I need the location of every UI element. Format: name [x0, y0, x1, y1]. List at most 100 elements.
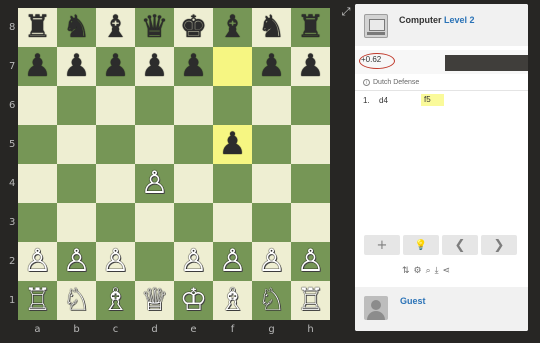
square-c8[interactable]: ♝ [96, 8, 135, 47]
white-rook-icon[interactable]: ♖ [291, 281, 330, 320]
opponent-name[interactable]: Computer Level 2 [399, 15, 475, 25]
black-queen-icon[interactable]: ♛ [135, 8, 174, 47]
square-b6[interactable] [57, 86, 96, 125]
square-h1[interactable]: ♖ [291, 281, 330, 320]
black-pawn-icon[interactable]: ♟ [135, 47, 174, 86]
square-g2[interactable]: ♙ [252, 242, 291, 281]
player-name[interactable]: Guest [400, 296, 426, 306]
square-b1[interactable]: ♘ [57, 281, 96, 320]
square-d3[interactable] [135, 203, 174, 242]
square-a1[interactable]: ♖ [18, 281, 57, 320]
square-c4[interactable] [96, 164, 135, 203]
square-g5[interactable] [252, 125, 291, 164]
square-h5[interactable] [291, 125, 330, 164]
square-c3[interactable] [96, 203, 135, 242]
square-e1[interactable]: ♔ [174, 281, 213, 320]
square-c1[interactable]: ♗ [96, 281, 135, 320]
white-bishop-icon[interactable]: ♗ [213, 281, 252, 320]
move-white[interactable]: d4 [379, 96, 388, 105]
square-h6[interactable] [291, 86, 330, 125]
square-b4[interactable] [57, 164, 96, 203]
square-c6[interactable] [96, 86, 135, 125]
square-a7[interactable]: ♟ [18, 47, 57, 86]
square-e3[interactable] [174, 203, 213, 242]
square-d7[interactable]: ♟ [135, 47, 174, 86]
square-d2[interactable] [135, 242, 174, 281]
gear-icon[interactable]: ⚙ [414, 266, 422, 276]
black-bishop-icon[interactable]: ♝ [96, 8, 135, 47]
square-d8[interactable]: ♛ [135, 8, 174, 47]
square-f7[interactable] [213, 47, 252, 86]
square-f6[interactable] [213, 86, 252, 125]
opponent-level[interactable]: Level 2 [444, 15, 475, 25]
square-f4[interactable] [213, 164, 252, 203]
square-b3[interactable] [57, 203, 96, 242]
white-pawn-icon[interactable]: ♙ [213, 242, 252, 281]
white-rook-icon[interactable]: ♖ [18, 281, 57, 320]
black-bishop-icon[interactable]: ♝ [213, 8, 252, 47]
square-e7[interactable]: ♟ [174, 47, 213, 86]
square-g4[interactable] [252, 164, 291, 203]
forward-button[interactable]: ❯ [481, 235, 517, 255]
square-b5[interactable] [57, 125, 96, 164]
black-pawn-icon[interactable]: ♟ [96, 47, 135, 86]
square-f1[interactable]: ♗ [213, 281, 252, 320]
square-e2[interactable]: ♙ [174, 242, 213, 281]
white-knight-icon[interactable]: ♘ [252, 281, 291, 320]
square-c2[interactable]: ♙ [96, 242, 135, 281]
square-h7[interactable]: ♟ [291, 47, 330, 86]
square-d5[interactable] [135, 125, 174, 164]
black-pawn-icon[interactable]: ♟ [57, 47, 96, 86]
square-d6[interactable] [135, 86, 174, 125]
white-king-icon[interactable]: ♔ [174, 281, 213, 320]
black-pawn-icon[interactable]: ♟ [174, 47, 213, 86]
expand-icon[interactable]: ⤢ [340, 6, 352, 18]
black-knight-icon[interactable]: ♞ [252, 8, 291, 47]
back-button[interactable]: ❮ [442, 235, 478, 255]
square-a8[interactable]: ♜ [18, 8, 57, 47]
square-f2[interactable]: ♙ [213, 242, 252, 281]
white-bishop-icon[interactable]: ♗ [96, 281, 135, 320]
square-h4[interactable] [291, 164, 330, 203]
flip-icon[interactable]: ⇅ [402, 266, 410, 276]
white-pawn-icon[interactable]: ♙ [252, 242, 291, 281]
analysis-icon[interactable]: ⌕ [426, 266, 431, 276]
square-f5[interactable]: ♟ [213, 125, 252, 164]
square-e8[interactable]: ♚ [174, 8, 213, 47]
square-a6[interactable] [18, 86, 57, 125]
black-pawn-icon[interactable]: ♟ [291, 47, 330, 86]
download-icon[interactable]: ⤓ [435, 266, 439, 276]
square-h2[interactable]: ♙ [291, 242, 330, 281]
square-h3[interactable] [291, 203, 330, 242]
square-g8[interactable]: ♞ [252, 8, 291, 47]
square-g3[interactable] [252, 203, 291, 242]
black-pawn-icon[interactable]: ♟ [213, 125, 252, 164]
square-c7[interactable]: ♟ [96, 47, 135, 86]
square-f3[interactable] [213, 203, 252, 242]
square-e4[interactable] [174, 164, 213, 203]
square-g6[interactable] [252, 86, 291, 125]
black-rook-icon[interactable]: ♜ [291, 8, 330, 47]
square-h8[interactable]: ♜ [291, 8, 330, 47]
square-g7[interactable]: ♟ [252, 47, 291, 86]
black-knight-icon[interactable]: ♞ [57, 8, 96, 47]
square-b2[interactable]: ♙ [57, 242, 96, 281]
move-black[interactable]: f5 [421, 94, 444, 106]
white-pawn-icon[interactable]: ♙ [135, 164, 174, 203]
add-button[interactable]: + [364, 235, 400, 255]
square-a5[interactable] [18, 125, 57, 164]
share-icon[interactable]: ⋖ [443, 266, 451, 276]
square-g1[interactable]: ♘ [252, 281, 291, 320]
white-knight-icon[interactable]: ♘ [57, 281, 96, 320]
square-a3[interactable] [18, 203, 57, 242]
square-b7[interactable]: ♟ [57, 47, 96, 86]
black-pawn-icon[interactable]: ♟ [252, 47, 291, 86]
black-king-icon[interactable]: ♚ [174, 8, 213, 47]
white-pawn-icon[interactable]: ♙ [57, 242, 96, 281]
white-pawn-icon[interactable]: ♙ [174, 242, 213, 281]
white-pawn-icon[interactable]: ♙ [96, 242, 135, 281]
square-a4[interactable] [18, 164, 57, 203]
white-queen-icon[interactable]: ♕ [135, 281, 174, 320]
square-a2[interactable]: ♙ [18, 242, 57, 281]
square-d1[interactable]: ♕ [135, 281, 174, 320]
